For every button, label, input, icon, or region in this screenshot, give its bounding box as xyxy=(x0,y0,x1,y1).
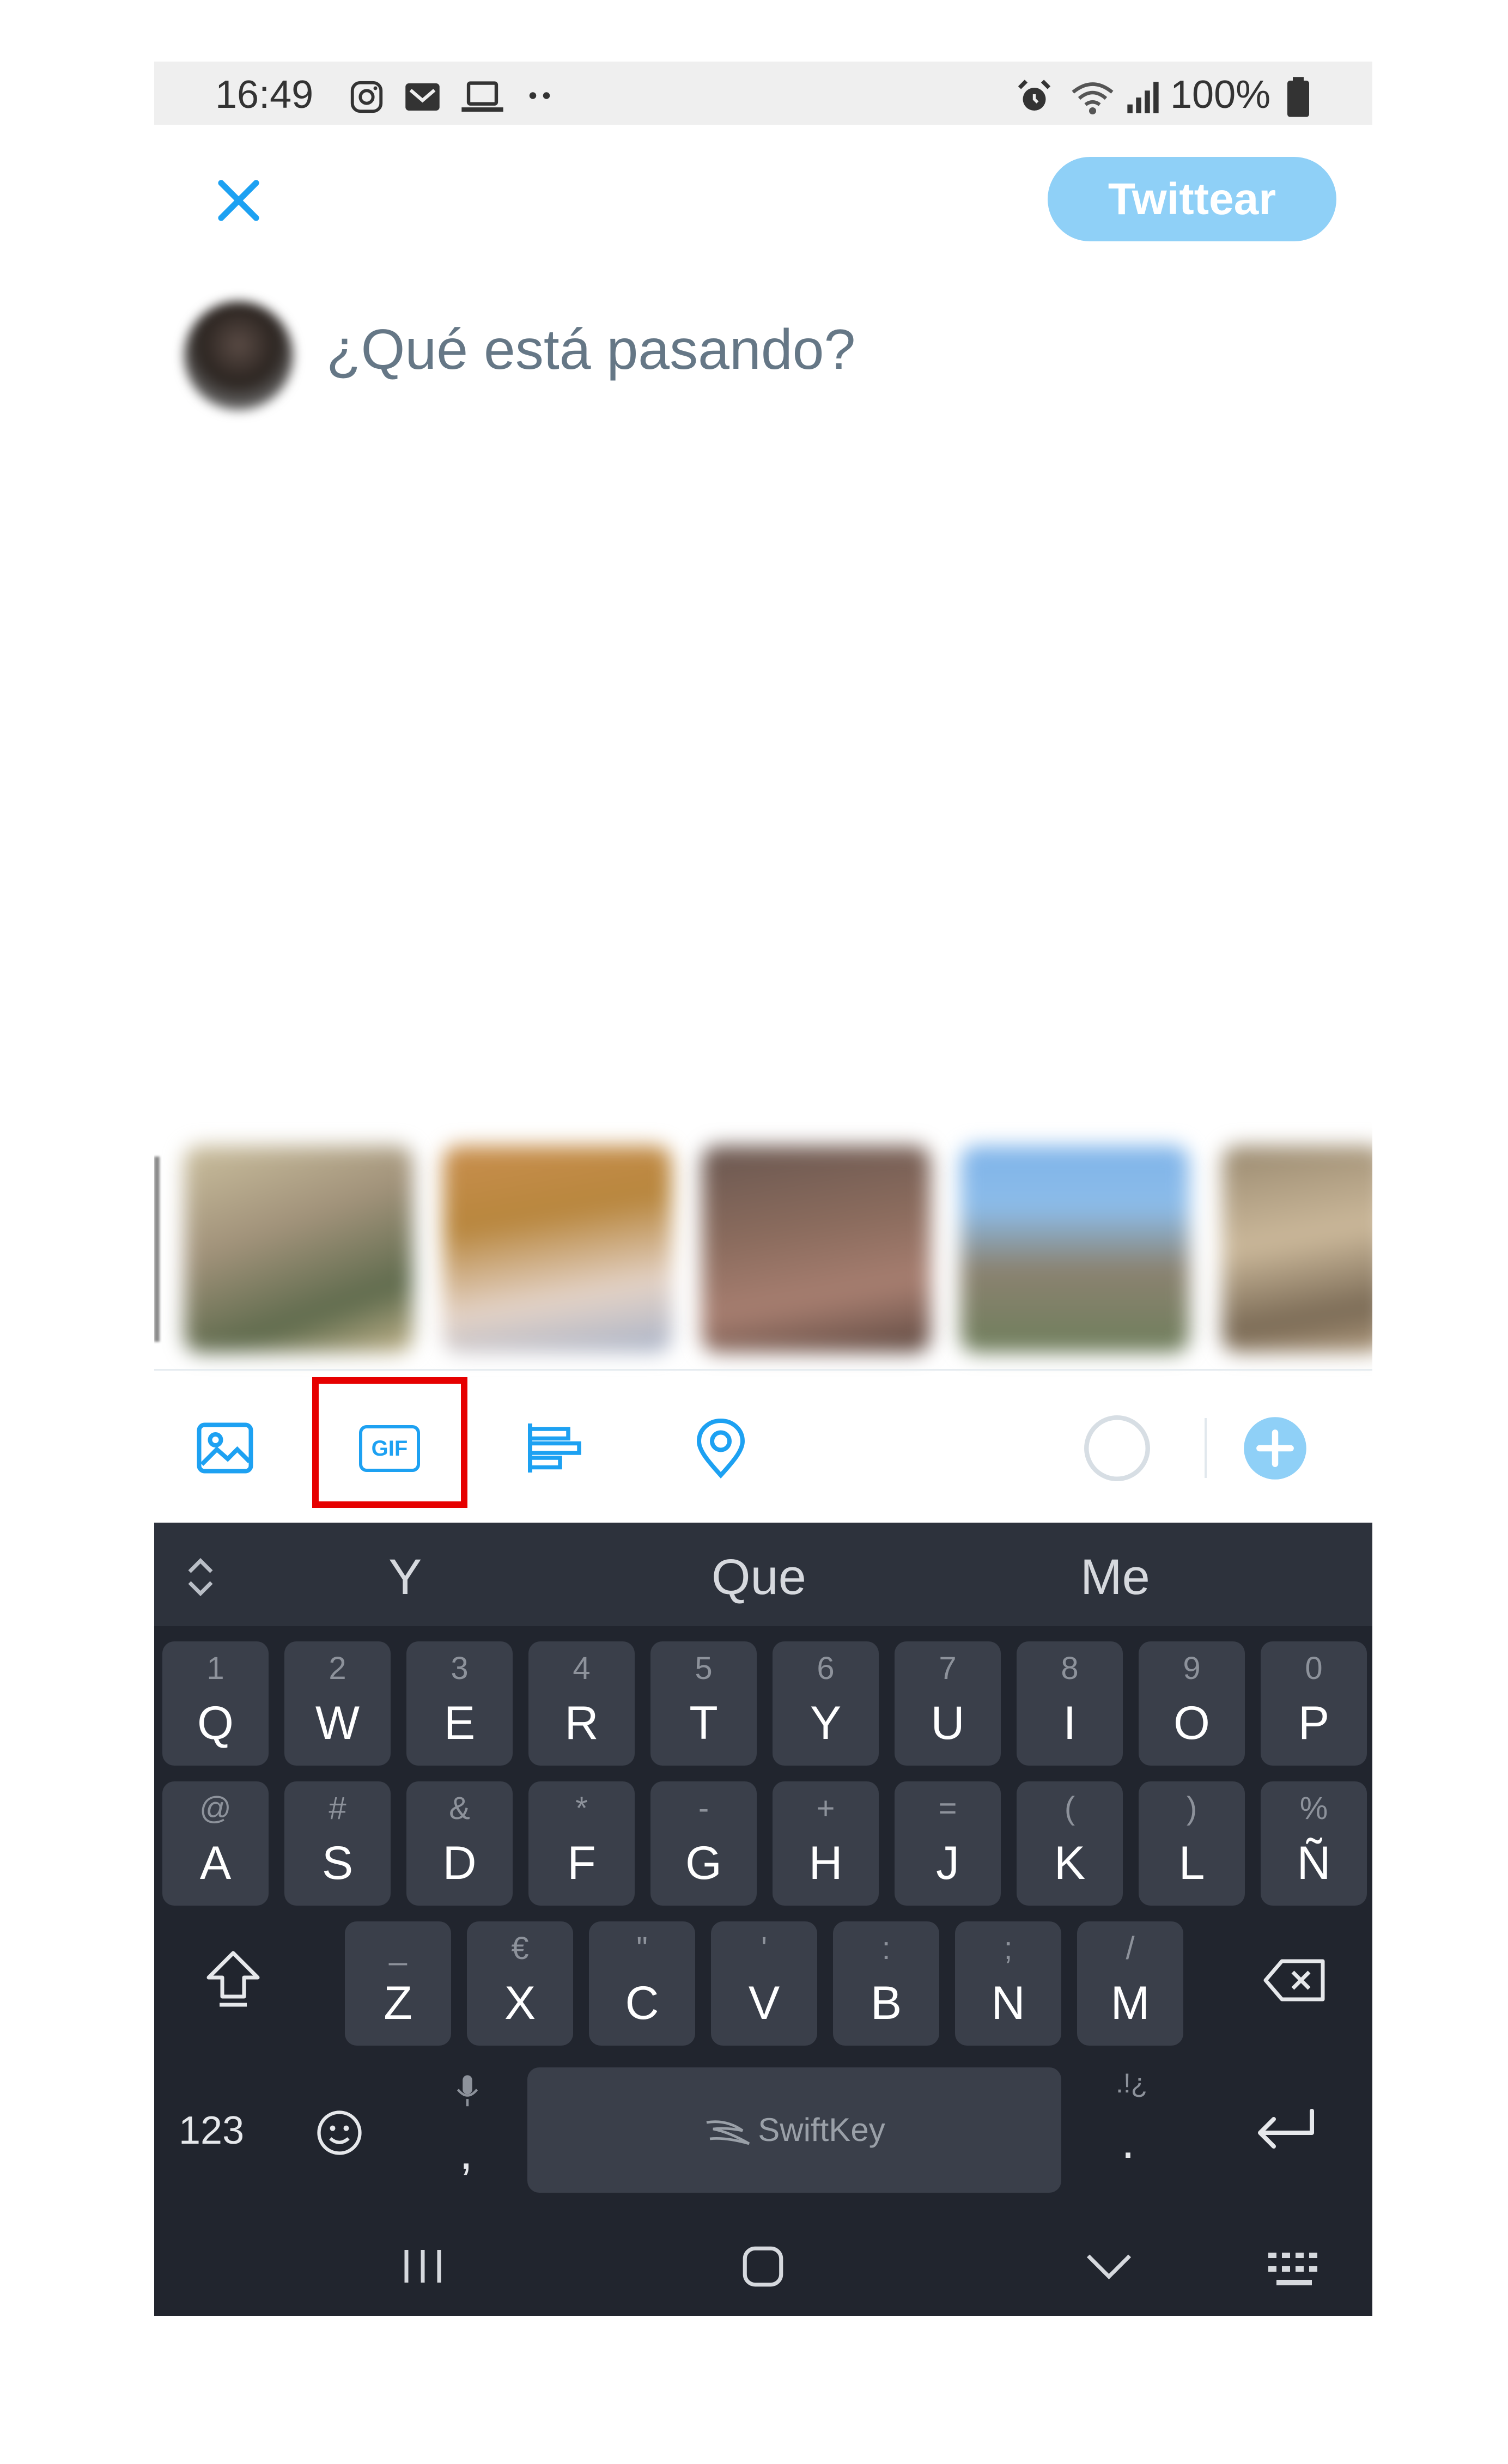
alarm-icon xyxy=(1018,80,1051,111)
key-h[interactable]: + H xyxy=(773,1781,879,1906)
recent-photos-strip xyxy=(154,1135,1372,1353)
recent-apps-icon[interactable] xyxy=(398,2244,447,2288)
backspace-icon[interactable] xyxy=(1260,1953,1331,2007)
key-q[interactable]: 1Q xyxy=(162,1641,269,1766)
image-icon[interactable] xyxy=(192,1415,258,1481)
gif-icon[interactable]: GIF xyxy=(357,1415,422,1481)
photo-thumbnail-edge xyxy=(154,1157,160,1342)
suggestion-2[interactable]: Que xyxy=(712,1549,806,1606)
status-bar: 16:49 100% xyxy=(154,62,1372,125)
gif-label: GIF xyxy=(359,1425,420,1472)
key-y[interactable]: 6Y xyxy=(773,1641,879,1766)
poll-icon[interactable] xyxy=(522,1415,587,1481)
key-w[interactable]: 2W xyxy=(284,1641,391,1766)
toolbar-separator xyxy=(1205,1418,1207,1478)
key-c[interactable]: " C xyxy=(589,1921,695,2046)
close-icon[interactable] xyxy=(209,171,269,230)
battery-percent: 100% xyxy=(1170,73,1271,117)
microphone-icon[interactable] xyxy=(451,2073,484,2111)
phone-screen: 16:49 100% Twittear ¿Qué está pasando? G… xyxy=(154,62,1372,2316)
gmail-icon xyxy=(405,83,440,111)
key-l[interactable]: ) L xyxy=(1139,1781,1245,1906)
key-b[interactable]: :B xyxy=(833,1921,939,2046)
key-d[interactable]: & D xyxy=(406,1781,513,1906)
key-i[interactable]: 8I xyxy=(1017,1641,1123,1766)
key-o[interactable]: 9O xyxy=(1139,1641,1245,1766)
divider xyxy=(154,1369,1372,1371)
key-t[interactable]: 5T xyxy=(650,1641,757,1766)
key-n-tilde[interactable]: % Ñ xyxy=(1261,1781,1367,1906)
laptop-icon xyxy=(461,81,503,112)
battery-icon xyxy=(1287,77,1309,117)
photo-thumbnail[interactable] xyxy=(702,1146,931,1353)
key-u[interactable]: 7U xyxy=(895,1641,1001,1766)
expand-toolbar-icon[interactable] xyxy=(184,1555,217,1599)
key-n[interactable]: ; N xyxy=(955,1921,1061,2046)
key-f[interactable]: * F xyxy=(528,1781,635,1906)
key-s[interactable]: # S xyxy=(284,1781,391,1906)
photo-thumbnail[interactable] xyxy=(960,1146,1189,1353)
emoji-icon[interactable] xyxy=(312,2106,367,2160)
photo-thumbnail[interactable] xyxy=(184,1146,413,1353)
enter-icon[interactable] xyxy=(1249,2103,1320,2157)
key-a[interactable]: @ A xyxy=(162,1781,269,1906)
period-key[interactable]: . xyxy=(1121,2114,1135,2170)
key-v[interactable]: ' V xyxy=(711,1921,817,2046)
key-k[interactable]: (K xyxy=(1017,1781,1123,1906)
compose-input[interactable]: ¿Qué está pasando? xyxy=(326,318,855,382)
signal-icon xyxy=(1127,82,1159,113)
suggestion-bar: Y Que Me xyxy=(154,1523,1372,1626)
space-bar[interactable]: SwiftKey xyxy=(527,2067,1061,2193)
key-g[interactable]: -G xyxy=(650,1781,757,1906)
key-p[interactable]: 0P xyxy=(1261,1641,1367,1766)
suggestion-3[interactable]: Me xyxy=(1080,1549,1150,1606)
suggestion-1[interactable]: Y xyxy=(388,1549,422,1606)
key-e[interactable]: 3E xyxy=(406,1641,513,1766)
more-dots-icon xyxy=(529,92,550,99)
wifi-icon xyxy=(1072,82,1114,115)
numbers-key[interactable]: 123 xyxy=(179,2108,244,2153)
hide-keyboard-icon[interactable] xyxy=(1083,2250,1135,2283)
location-icon[interactable] xyxy=(688,1415,753,1481)
home-icon[interactable] xyxy=(737,2241,789,2292)
avatar[interactable] xyxy=(184,301,293,410)
photo-thumbnail[interactable] xyxy=(1222,1146,1372,1353)
period-alt-label: .!¿ xyxy=(1116,2068,1148,2098)
key-r[interactable]: 4R xyxy=(528,1641,635,1766)
key-m[interactable]: / M xyxy=(1077,1921,1183,2046)
keyboard-switch-icon[interactable] xyxy=(1266,2250,1325,2288)
add-tweet-icon[interactable] xyxy=(1241,1414,1309,1482)
swiftkey-keyboard: Y Que Me 1Q 2W 3E 4R 5T 6Y 7U 8I 9O 0P @… xyxy=(154,1523,1372,2316)
photo-thumbnail[interactable] xyxy=(443,1146,672,1353)
space-label: SwiftKey xyxy=(758,2112,885,2148)
key-j[interactable]: = J xyxy=(895,1781,1001,1906)
key-x[interactable]: € X xyxy=(467,1921,573,2046)
swiftkey-logo-icon xyxy=(706,2120,750,2145)
shift-icon[interactable] xyxy=(200,1945,266,2010)
tweet-button[interactable]: Twittear xyxy=(1048,157,1336,241)
comma-key[interactable]: , xyxy=(459,2125,473,2181)
char-count-circle xyxy=(1084,1415,1150,1481)
instagram-icon xyxy=(350,81,383,113)
key-z[interactable]: _ Z xyxy=(345,1921,451,2046)
status-time: 16:49 xyxy=(215,73,314,117)
